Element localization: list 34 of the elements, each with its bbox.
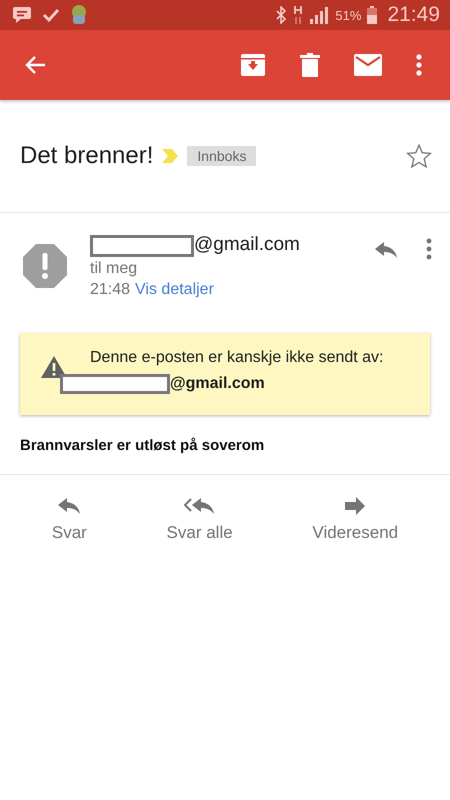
star-icon[interactable]	[406, 143, 432, 169]
sender-address: @gmail.com	[170, 374, 265, 394]
reply-icon	[57, 497, 82, 515]
warning-avatar-icon	[22, 243, 68, 289]
sent-time: 21:48	[90, 281, 130, 299]
message-body: Brannvarsler er utløst på soverom	[0, 417, 450, 475]
importance-marker-icon[interactable]	[161, 148, 180, 164]
reply-all-button[interactable]: Svar alle	[158, 493, 241, 547]
sender-address: @gmail.com	[194, 234, 300, 256]
label-tag[interactable]: Innboks	[187, 146, 256, 166]
more-icon[interactable]	[416, 54, 422, 76]
reply-button[interactable]: Svar	[44, 493, 95, 547]
reply-icon[interactable]	[374, 241, 398, 259]
more-icon[interactable]	[426, 238, 432, 260]
chat-icon	[12, 6, 32, 24]
archive-icon[interactable]	[240, 53, 266, 77]
email-subject: Det brenner!	[20, 142, 154, 170]
forward-icon	[344, 497, 366, 515]
signal-icon	[309, 6, 330, 24]
warning-text: Denne e-posten er kanskje ikke sendt av:	[90, 349, 384, 366]
back-arrow-icon[interactable]	[24, 55, 46, 75]
robot-icon	[70, 4, 88, 26]
data-icon	[293, 5, 304, 25]
bluetooth-icon	[275, 6, 288, 24]
recipient-text: til meg	[90, 260, 138, 278]
battery-icon	[367, 6, 378, 24]
clock: 21:49	[387, 3, 440, 27]
details-link[interactable]: Vis detaljer	[135, 281, 214, 299]
check-icon	[42, 7, 60, 23]
reply-all-icon	[184, 497, 216, 515]
trash-icon[interactable]	[300, 53, 320, 77]
forward-button[interactable]: Videresend	[304, 493, 406, 547]
battery-percent: 51%	[335, 8, 362, 22]
mail-icon[interactable]	[354, 54, 382, 76]
